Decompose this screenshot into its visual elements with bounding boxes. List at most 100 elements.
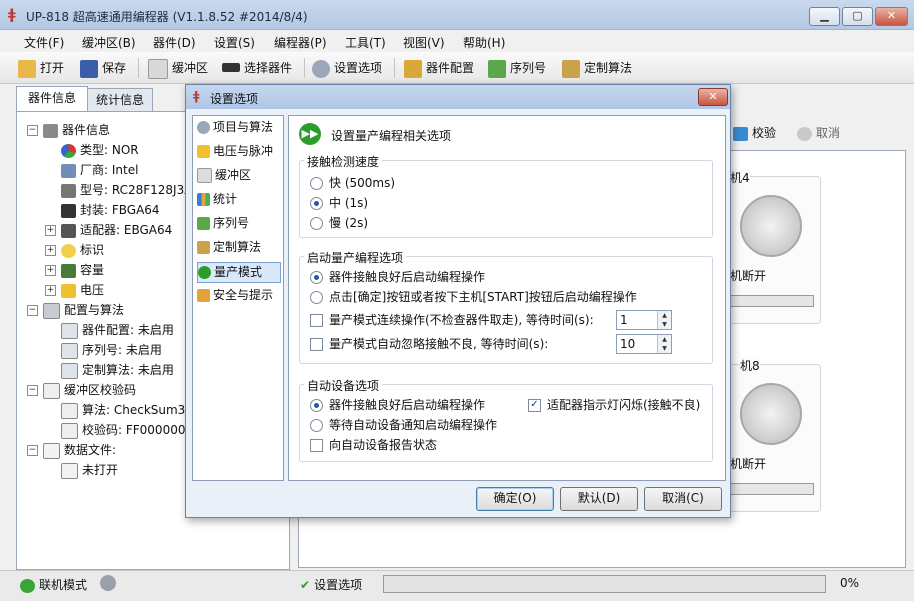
tree-node-data-file[interactable]: − 数据文件: xyxy=(27,441,116,459)
menu-view[interactable]: 视图(V) xyxy=(403,34,445,51)
tree-node-algo[interactable]: 算法: CheckSum32 xyxy=(61,401,193,419)
expand-icon[interactable]: + xyxy=(45,285,56,296)
nav-item-stats[interactable]: 统计 xyxy=(197,190,279,209)
tree-node-custom[interactable]: 定制算法: 未启用 xyxy=(61,361,174,379)
tree-node-adapter[interactable]: + 适配器: EBGA64 xyxy=(45,221,172,239)
radio-medium[interactable]: 中 (1s) xyxy=(310,194,368,212)
tree-node-mark[interactable]: + 标识 xyxy=(45,241,104,259)
checkbox-ignore-bad-contact[interactable]: 量产模式自动忽略接触不良, 等待时间(s): xyxy=(310,335,548,353)
tree-label: 厂商: Intel xyxy=(80,163,139,177)
file-icon xyxy=(61,462,78,479)
close-button[interactable]: ✕ xyxy=(875,7,908,26)
checkbox-box[interactable] xyxy=(310,338,323,351)
minimize-button[interactable]: ▁ xyxy=(809,7,840,26)
dialog-close-button[interactable]: ✕ xyxy=(698,88,728,106)
verify-button[interactable]: 校验 xyxy=(733,124,776,141)
nav-item-project-algo[interactable]: 项目与算法 xyxy=(197,118,279,137)
menu-buffer[interactable]: 缓冲区(B) xyxy=(82,34,136,51)
cancel-op-button[interactable]: 取消 xyxy=(797,124,840,141)
tree-node-capacity[interactable]: + 容量 xyxy=(45,261,104,279)
tree-node-type[interactable]: 类型: NOR xyxy=(61,141,139,159)
checkbox-box[interactable] xyxy=(310,314,323,327)
menu-programmer[interactable]: 编程器(P) xyxy=(274,34,327,51)
menu-device[interactable]: 器件(D) xyxy=(153,34,196,51)
collapse-icon[interactable]: − xyxy=(27,125,38,136)
continuous-wait-input[interactable]: 1 ▲ ▼ xyxy=(616,310,672,330)
nav-item-buffer[interactable]: 缓冲区 xyxy=(197,166,279,185)
collapse-icon[interactable]: − xyxy=(27,305,38,316)
tree-node-voltage[interactable]: + 电压 xyxy=(45,281,104,299)
maximize-button[interactable]: ▢ xyxy=(842,7,873,26)
tree-node-package[interactable]: 封装: FBGA64 xyxy=(61,201,160,219)
settings-button[interactable]: 设置选项 xyxy=(312,57,382,79)
device-config-button[interactable]: 器件配置 xyxy=(404,57,474,79)
radio-circle[interactable] xyxy=(310,271,323,284)
default-button[interactable]: 默认(D) xyxy=(560,487,638,511)
edit-icon xyxy=(197,168,212,183)
save-button[interactable]: 保存 xyxy=(80,57,126,79)
window-title: UP-818 超高速通用编程器 (V1.1.8.52 #2014/8/4) xyxy=(26,10,308,24)
expand-icon[interactable]: + xyxy=(45,265,56,276)
online-mode[interactable]: 联机模式 xyxy=(20,576,87,593)
radio-circle[interactable] xyxy=(310,291,323,304)
spin-arrows-icon[interactable]: ▲ ▼ xyxy=(657,335,671,353)
menu-settings[interactable]: 设置(S) xyxy=(214,34,255,51)
nav-item-mass-production[interactable]: 量产模式 xyxy=(197,262,281,283)
radio-slow[interactable]: 慢 (2s) xyxy=(310,214,368,232)
tree-node-config-algo[interactable]: − 配置与算法 xyxy=(27,301,124,319)
tab-device-info[interactable]: 器件信息 xyxy=(16,86,88,112)
tree-node-model[interactable]: 型号: RC28F128J3A xyxy=(61,181,192,199)
tab-stats-info[interactable]: 统计信息 xyxy=(87,88,153,111)
tree-node-checksum[interactable]: 校验码: FF000000 xyxy=(61,421,185,439)
radio-circle[interactable] xyxy=(310,419,323,432)
lightning-icon xyxy=(61,283,76,298)
bulb-icon xyxy=(61,243,76,258)
radio-circle[interactable] xyxy=(310,399,323,412)
tree-node-vendor[interactable]: 厂商: Intel xyxy=(61,161,138,179)
tree-node-dev-config[interactable]: 器件配置: 未启用 xyxy=(61,321,174,339)
nav-item-security[interactable]: 安全与提示 xyxy=(197,286,279,305)
radio-circle[interactable] xyxy=(310,197,323,210)
menu-file[interactable]: 文件(F) xyxy=(24,34,64,51)
nav-item-serial[interactable]: 序列号 xyxy=(197,214,279,233)
checkbox-adapter-blink[interactable]: ✓ 适配器指示灯闪烁(接触不良) xyxy=(528,396,700,414)
radio-circle[interactable] xyxy=(310,177,323,190)
radio-start-button[interactable]: 点击[确定]按钮或者按下主机[START]按钮后启动编程操作 xyxy=(310,288,637,306)
cancel-button[interactable]: 取消(C) xyxy=(644,487,722,511)
checkbox-box[interactable] xyxy=(310,439,323,452)
tree-node-buffer-check[interactable]: − 缓冲区校验码 xyxy=(27,381,136,399)
toolbar: 打开 保存 缓冲区 选择器件 设置选项 器件配置 序列号 定制算法 xyxy=(0,52,914,84)
menu-help[interactable]: 帮助(H) xyxy=(463,34,505,51)
settings-status-label: 设置选项 xyxy=(314,578,363,592)
radio-fast[interactable]: 快 (500ms) xyxy=(310,174,395,192)
nav-label: 定制算法 xyxy=(213,240,262,254)
tree-node-serial[interactable]: 序列号: 未启用 xyxy=(61,341,162,359)
select-device-button[interactable]: 选择器件 xyxy=(222,57,292,79)
ignore-wait-input[interactable]: 10 ▲ ▼ xyxy=(616,334,672,354)
open-button[interactable]: 打开 xyxy=(18,57,64,79)
radio-circle[interactable] xyxy=(310,217,323,230)
radio-auto-notify[interactable]: 等待自动设备通知启动编程操作 xyxy=(310,416,497,434)
content-header: 设置量产编程相关选项 xyxy=(331,129,452,143)
select-device-label: 选择器件 xyxy=(244,61,293,75)
collapse-icon[interactable]: − xyxy=(27,445,38,456)
tree-node-not-open[interactable]: 未打开 xyxy=(61,461,118,479)
buffer-button[interactable]: 缓冲区 xyxy=(148,57,208,79)
expand-icon[interactable]: + xyxy=(45,245,56,256)
online-icon xyxy=(20,578,35,593)
checkbox-continuous[interactable]: 量产模式连续操作(不检查器件取走), 等待时间(s): xyxy=(310,311,594,329)
ok-button[interactable]: 确定(O) xyxy=(476,487,554,511)
spin-arrows-icon[interactable]: ▲ ▼ xyxy=(657,311,671,329)
nav-item-custom-algo[interactable]: 定制算法 xyxy=(197,238,279,257)
expand-icon[interactable]: + xyxy=(45,225,56,236)
checkbox-report-status[interactable]: 向自动设备报告状态 xyxy=(310,436,437,454)
radio-start-contact[interactable]: 器件接触良好后启动编程操作 xyxy=(310,268,485,286)
checkbox-box[interactable]: ✓ xyxy=(528,399,541,412)
menu-tools[interactable]: 工具(T) xyxy=(345,34,386,51)
collapse-icon[interactable]: − xyxy=(27,385,38,396)
custom-algo-button[interactable]: 定制算法 xyxy=(562,57,632,79)
nav-item-voltage-pulse[interactable]: 电压与脉冲 xyxy=(197,142,279,161)
serial-button[interactable]: 序列号 xyxy=(488,57,546,79)
tree-node-device-info[interactable]: − 器件信息 xyxy=(27,121,110,139)
radio-auto-contact[interactable]: 器件接触良好后启动编程操作 xyxy=(310,396,485,414)
